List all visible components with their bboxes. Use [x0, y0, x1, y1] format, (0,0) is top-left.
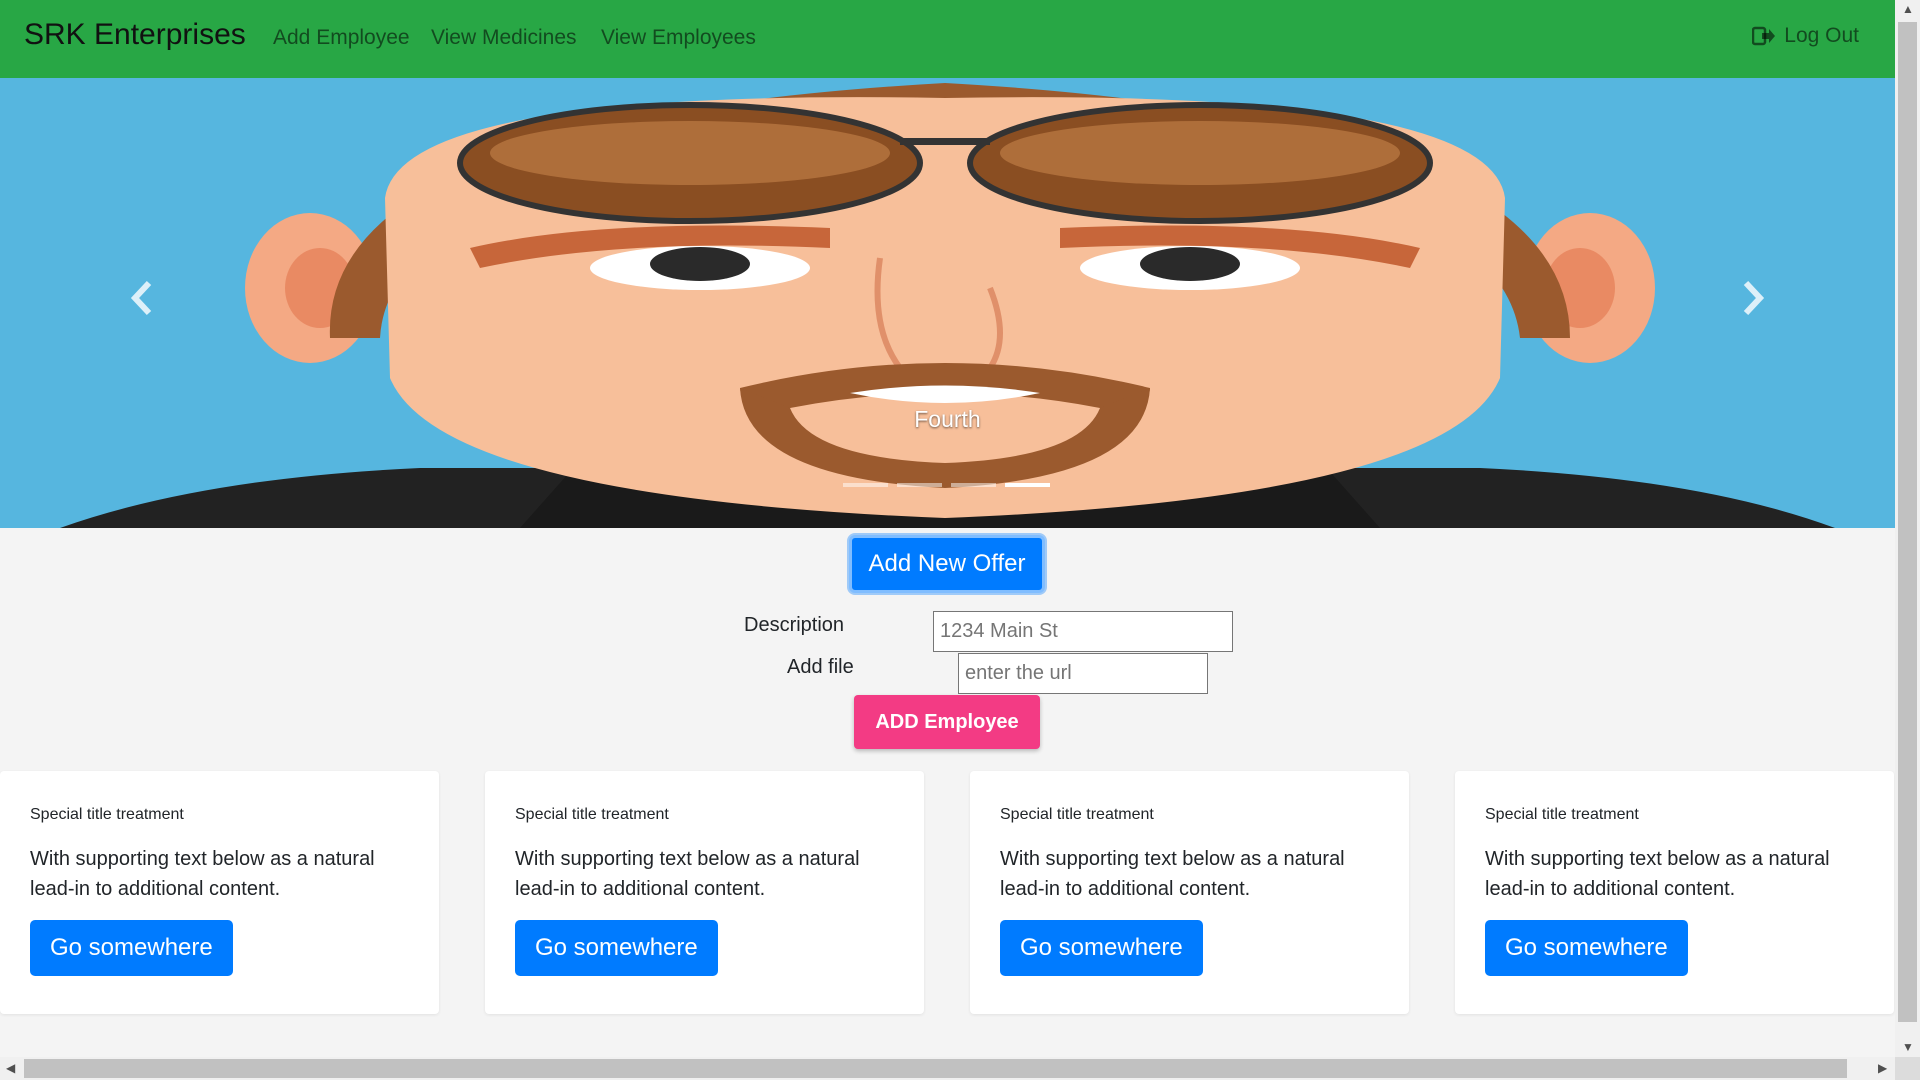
- logout-icon: [1752, 26, 1776, 46]
- scrollbar-corner: [1895, 1057, 1920, 1080]
- carousel-indicators: [843, 483, 1050, 487]
- card-title: Special title treatment: [30, 806, 184, 823]
- carousel-slide-image: [0, 78, 1895, 528]
- navbar: SRK Enterprises Add Employee View Medici…: [0, 0, 1895, 78]
- card-text: With supporting text below as a natural …: [30, 848, 375, 900]
- carousel-indicator-4[interactable]: [1005, 483, 1050, 487]
- horizontal-scroll-thumb[interactable]: [24, 1059, 1847, 1078]
- card-text: With supporting text below as a natural …: [1485, 848, 1830, 900]
- carousel-indicator-1[interactable]: [843, 483, 888, 487]
- scroll-up-icon[interactable]: ▲: [1902, 2, 1914, 16]
- brand-title[interactable]: SRK Enterprises: [24, 18, 246, 52]
- card-title: Special title treatment: [1000, 806, 1154, 823]
- card-title: Special title treatment: [515, 806, 669, 823]
- vertical-scrollbar[interactable]: ▲ ▼: [1895, 0, 1920, 1062]
- go-somewhere-button[interactable]: Go somewhere: [1485, 920, 1688, 976]
- carousel-indicator-3[interactable]: [951, 483, 996, 487]
- logout-button[interactable]: Log Out: [1752, 24, 1859, 48]
- description-label: Description: [744, 614, 845, 636]
- carousel-next-button[interactable]: [1723, 268, 1783, 328]
- chevron-left-icon: [130, 280, 152, 316]
- description-input[interactable]: 1234 Main St: [933, 611, 1233, 652]
- card-text: With supporting text below as a natural …: [515, 848, 860, 900]
- logout-label: Log Out: [1784, 24, 1859, 47]
- scroll-right-icon[interactable]: ▶: [1878, 1061, 1887, 1075]
- chevron-right-icon: [1743, 280, 1765, 316]
- carousel-caption: Fourth: [914, 406, 981, 432]
- carousel: Fourth: [0, 78, 1895, 528]
- file-url-input[interactable]: enter the url: [958, 653, 1208, 694]
- add-new-offer-button[interactable]: Add New Offer: [849, 535, 1045, 593]
- card-1: Special title treatment With supporting …: [0, 771, 439, 1014]
- scroll-left-icon[interactable]: ◀: [6, 1061, 15, 1075]
- go-somewhere-button[interactable]: Go somewhere: [30, 920, 233, 976]
- nav-link-view-medicines[interactable]: View Medicines: [431, 26, 577, 50]
- card-title: Special title treatment: [1485, 806, 1639, 823]
- nav-link-view-employees[interactable]: View Employees: [601, 26, 756, 50]
- carousel-prev-button[interactable]: [112, 268, 172, 328]
- add-employee-submit-button[interactable]: ADD Employee: [854, 695, 1040, 749]
- card-4: Special title treatment With supporting …: [1455, 771, 1894, 1014]
- go-somewhere-button[interactable]: Go somewhere: [515, 920, 718, 976]
- scroll-down-icon[interactable]: ▼: [1902, 1040, 1914, 1054]
- vertical-scroll-thumb[interactable]: [1898, 22, 1917, 1022]
- card-3: Special title treatment With supporting …: [970, 771, 1409, 1014]
- horizontal-scrollbar[interactable]: ◀ ▶: [0, 1057, 1895, 1080]
- card-text: With supporting text below as a natural …: [1000, 848, 1345, 900]
- go-somewhere-button[interactable]: Go somewhere: [1000, 920, 1203, 976]
- card-2: Special title treatment With supporting …: [485, 771, 924, 1014]
- nav-link-add-employee[interactable]: Add Employee: [273, 26, 410, 50]
- add-file-label: Add file: [787, 656, 854, 678]
- carousel-indicator-2[interactable]: [897, 483, 942, 487]
